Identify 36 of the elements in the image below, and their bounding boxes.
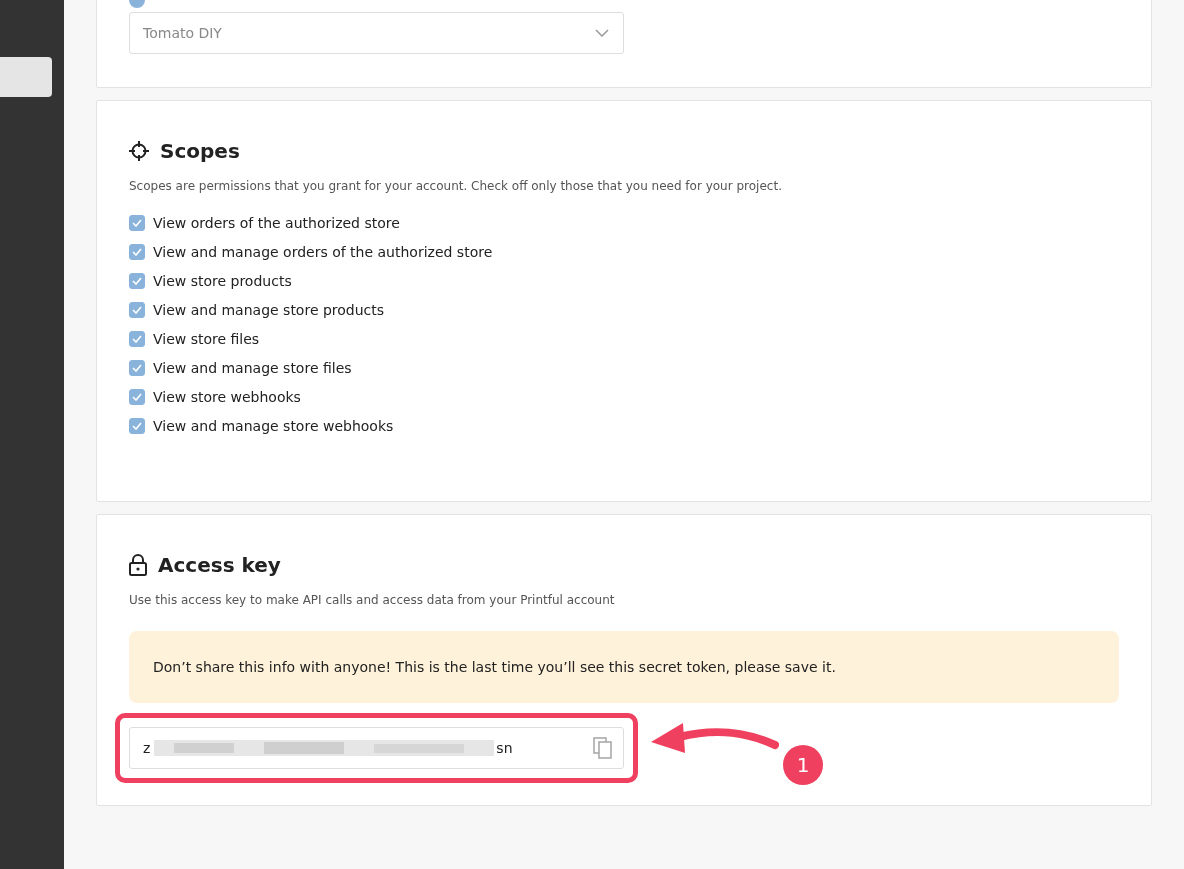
padlock-icon <box>129 554 147 576</box>
chevron-icon <box>595 29 609 37</box>
checkbox-label: View and manage orders of the authorized store <box>153 244 493 260</box>
checkbox-label: View and manage store files <box>153 360 352 376</box>
checkbox[interactable] <box>129 244 145 260</box>
checkmark-icon <box>132 335 142 343</box>
section-title: Access key <box>158 553 281 577</box>
checkbox[interactable] <box>129 302 145 318</box>
section-description: Use this access key to make API calls and access data from your Printful account <box>129 593 616 607</box>
checkbox[interactable] <box>129 273 145 289</box>
step-badge: 1 <box>783 745 823 785</box>
checkbox[interactable] <box>129 360 145 376</box>
warning-text: Don’t share this info with anyone! This is the last time you’ll see this secret token, please save it. <box>153 659 836 675</box>
checkmark-icon <box>132 219 142 227</box>
checkbox[interactable] <box>129 418 145 434</box>
checkmark-icon <box>132 422 142 430</box>
checkbox-label: View and manage store webhooks <box>153 418 394 434</box>
checkmark-icon <box>132 364 142 372</box>
checkbox-label: View store files <box>153 331 260 347</box>
checkbox-label: View orders of the authorized store <box>153 215 400 231</box>
checkbox-label: View store webhooks <box>153 389 301 405</box>
checkbox-label: View and manage store products <box>153 302 385 318</box>
crosshair-icon <box>129 141 149 161</box>
checkbox-label: View store products <box>153 273 292 289</box>
checkbox[interactable] <box>129 389 145 405</box>
copy-icon[interactable] <box>593 737 613 759</box>
checkmark-icon <box>132 248 142 256</box>
section-description: Scopes are permissions that you grant for your account. Check off only those that you need for your project. <box>129 179 783 193</box>
token-field[interactable]: z sn <box>129 727 624 769</box>
checkmark-icon <box>132 306 142 314</box>
checkmark-icon <box>132 393 142 401</box>
section-title: Scopes <box>160 139 240 163</box>
checkbox[interactable] <box>129 215 145 231</box>
checkbox[interactable] <box>129 331 145 347</box>
store-dropdown[interactable]: Tomato DIY <box>129 12 624 54</box>
checkmark-icon <box>132 277 142 285</box>
